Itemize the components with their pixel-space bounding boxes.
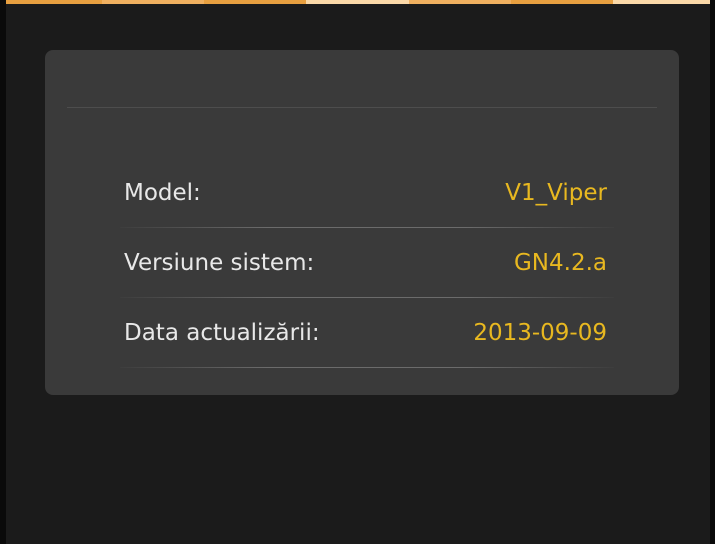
- top-strip-segment: [204, 0, 307, 4]
- update-date-value: 2013-09-09: [473, 320, 607, 346]
- top-orange-strip: [0, 0, 715, 4]
- info-row-system-version: Versiune sistem: GN4.2.a: [120, 228, 614, 298]
- model-label: Model:: [124, 180, 201, 206]
- system-version-label: Versiune sistem:: [124, 250, 315, 276]
- screen: Model: V1_Viper Versiune sistem: GN4.2.a…: [0, 0, 715, 544]
- top-strip-segment: [510, 0, 613, 4]
- left-frame-edge: [0, 0, 6, 544]
- right-frame-edge: [710, 0, 715, 544]
- top-strip-segment: [408, 0, 511, 4]
- top-strip-segment: [102, 0, 205, 4]
- info-row-update-date: Data actualizării: 2013-09-09: [120, 298, 614, 368]
- model-value: V1_Viper: [505, 180, 607, 206]
- row-divider: [120, 367, 614, 368]
- info-row-model: Model: V1_Viper: [120, 158, 614, 228]
- system-version-value: GN4.2.a: [513, 250, 607, 276]
- top-strip-segment: [612, 0, 715, 4]
- update-date-label: Data actualizării:: [124, 320, 320, 346]
- device-info-panel: Model: V1_Viper Versiune sistem: GN4.2.a…: [45, 50, 679, 395]
- panel-top-divider: [67, 107, 657, 108]
- top-strip-segment: [0, 0, 103, 4]
- top-strip-segment: [306, 0, 409, 4]
